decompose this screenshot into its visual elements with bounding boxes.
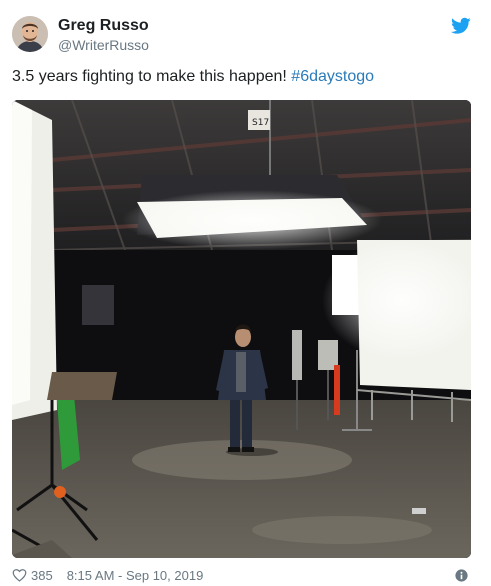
tweet-body: 3.5 years fighting to make this happen! [12, 68, 287, 85]
hashtag-link[interactable]: #6daystogo [291, 68, 374, 85]
tweet-text: 3.5 years fighting to make this happen! … [12, 66, 374, 88]
twitter-bird-icon[interactable] [451, 17, 471, 35]
avatar-photo [12, 16, 48, 52]
heart-icon[interactable] [12, 568, 27, 582]
author-name[interactable]: Greg Russo [58, 16, 149, 36]
studio-sign: S17 [252, 118, 269, 128]
info-icon[interactable] [455, 569, 468, 582]
tweet-timestamp[interactable]: 8:15 AM - Sep 10, 2019 [67, 568, 204, 583]
tweet-card: Greg Russo @WriterRusso 3.5 years fighti… [0, 0, 491, 586]
tweet-footer: 385 8:15 AM - Sep 10, 2019 [12, 566, 203, 584]
avatar[interactable] [12, 16, 48, 52]
studio-photo: S17 [12, 100, 471, 558]
tweet-photo[interactable]: S17 [12, 100, 471, 558]
like-count[interactable]: 385 [31, 568, 53, 583]
author-handle[interactable]: @WriterRusso [58, 37, 149, 53]
